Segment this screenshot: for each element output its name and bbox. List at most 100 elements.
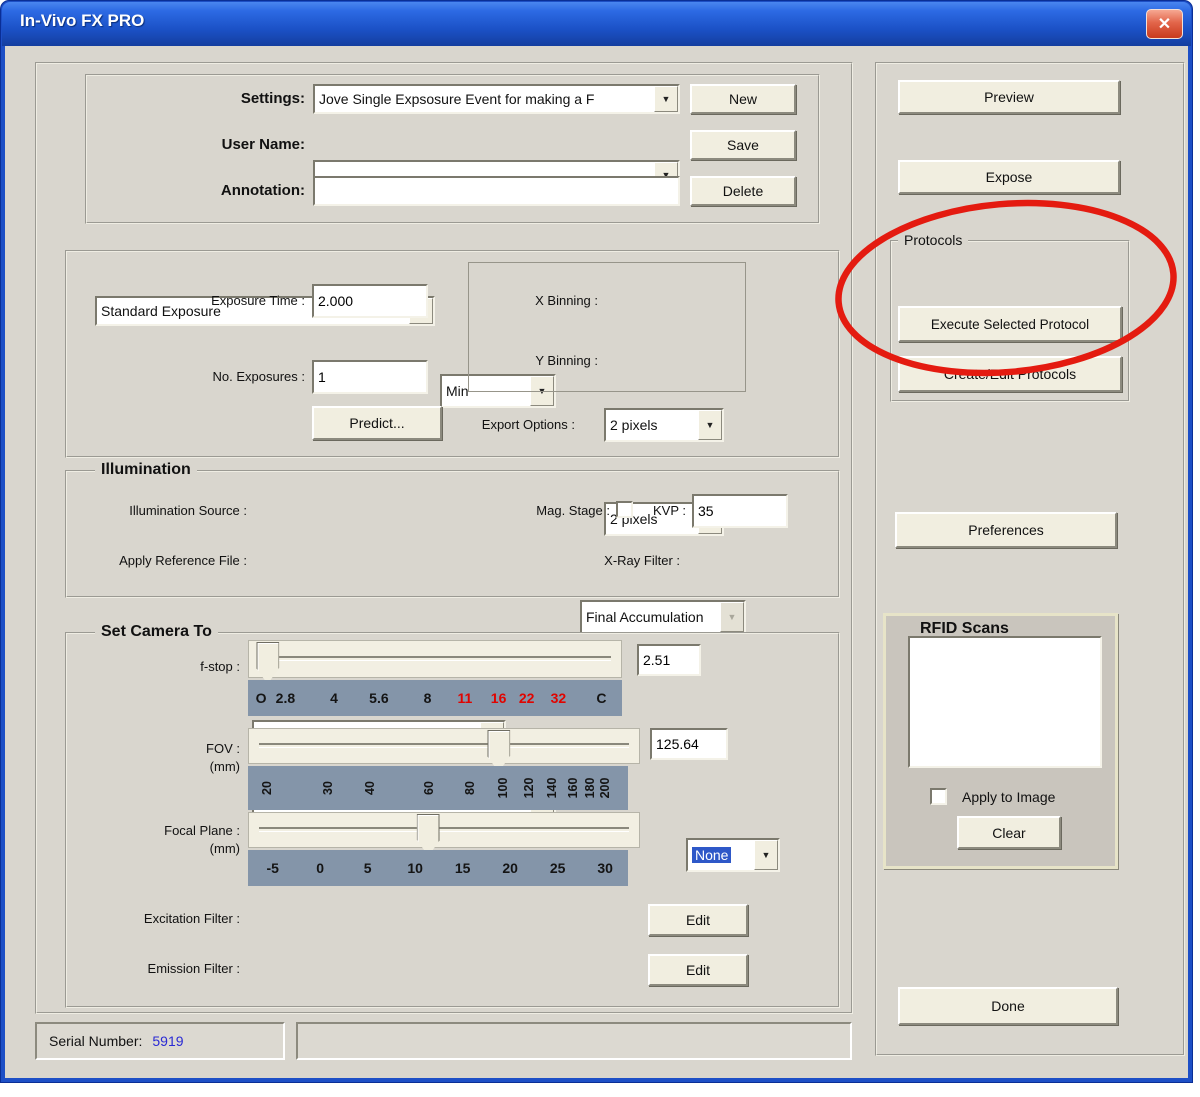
focal-plane-slider[interactable] [248, 812, 640, 848]
invivo-fx-pro-dialog: In-Vivo FX PRO ✕ Settings: Jove Single E… [0, 0, 1200, 1097]
kvp-input[interactable] [692, 494, 788, 528]
chevron-down-icon: ▼ [720, 602, 744, 632]
right-panel [875, 62, 1185, 1056]
binning-frame [468, 262, 746, 392]
fov-scale: 20 30 40 60 80 100 120 140 160180200 [248, 766, 628, 810]
focal-plane-units-label: (mm) [110, 840, 240, 858]
x-binning-combobox[interactable]: 2 pixels ▼ [604, 408, 724, 442]
new-button[interactable]: New [690, 84, 796, 114]
fstop-value-input[interactable] [637, 644, 701, 676]
excitation-edit-button[interactable]: Edit [648, 904, 748, 936]
illumination-group-title: Illumination [95, 460, 197, 480]
settings-label: Settings: [95, 88, 305, 110]
scale-tick: -5 [266, 860, 278, 876]
delete-button[interactable]: Delete [690, 176, 796, 206]
export-options-label: Export Options : [430, 416, 575, 434]
camera-group-title: Set Camera To [95, 622, 218, 642]
create-edit-protocols-button[interactable]: Create/Edit Protocols [898, 356, 1122, 392]
exposure-time-input[interactable] [312, 284, 428, 318]
preferences-button[interactable]: Preferences [895, 512, 1117, 548]
num-exposures-label: No. Exposures : [90, 368, 305, 386]
export-options-value: Final Accumulation [586, 609, 704, 625]
scale-tick: 32 [551, 690, 567, 706]
scale-tick: 16 [491, 690, 507, 706]
chevron-down-icon[interactable]: ▼ [698, 410, 722, 440]
title-bar [2, 2, 1191, 46]
clear-button[interactable]: Clear [957, 816, 1061, 849]
scale-tick: 120 [522, 778, 536, 799]
export-options-combobox: Final Accumulation ▼ [580, 600, 746, 634]
scale-tick: 30 [597, 860, 613, 876]
fstop-label: f-stop : [105, 658, 240, 676]
close-icon: ✕ [1158, 14, 1171, 34]
protocols-group-title: Protocols [898, 230, 968, 250]
execute-protocol-button[interactable]: Execute Selected Protocol [898, 306, 1122, 342]
save-button[interactable]: Save [690, 130, 796, 160]
scale-tick: 80 [463, 781, 477, 795]
excitation-filter-label: Excitation Filter : [105, 910, 240, 928]
scale-tick: 22 [519, 690, 535, 706]
scale-tick: 140 [545, 778, 559, 799]
scale-tick: 60 [422, 781, 436, 795]
illumination-group [65, 470, 840, 598]
annotation-input[interactable] [313, 176, 680, 206]
exposure-time-label: Exposure Time : [90, 292, 305, 310]
scale-tick: 0 [316, 860, 324, 876]
scale-tick: 200 [598, 778, 612, 799]
scale-tick: 25 [550, 860, 566, 876]
focal-plane-label: Focal Plane : [110, 822, 240, 840]
num-exposures-input[interactable] [312, 360, 428, 394]
scale-tick: 100 [496, 778, 510, 799]
serial-number-value: 5919 [152, 1033, 183, 1049]
status-message-bar [296, 1022, 852, 1060]
scale-tick: 20 [260, 781, 274, 795]
scale-tick: 15 [455, 860, 471, 876]
emission-edit-button[interactable]: Edit [648, 954, 748, 986]
exposure-units-value: Min [446, 383, 469, 399]
preview-button[interactable]: Preview [898, 80, 1120, 114]
fstop-scale: O2.845.6811162232C [248, 680, 622, 716]
mag-stage-label: Mag. Stage : [518, 502, 610, 520]
scale-tick: 8 [424, 690, 432, 706]
fov-label: FOV : [125, 740, 240, 758]
scale-tick: 5.6 [369, 690, 388, 706]
scale-tick: 40 [363, 781, 377, 795]
expose-button[interactable]: Expose [898, 160, 1120, 194]
chevron-down-icon[interactable]: ▼ [654, 86, 678, 112]
settings-combobox[interactable]: Jove Single Expsosure Event for making a… [313, 84, 680, 114]
scale-tick: 180 [583, 778, 597, 799]
scale-tick: 4 [330, 690, 338, 706]
fov-units-label: (mm) [125, 758, 240, 776]
scale-tick: 30 [321, 781, 335, 795]
annotation-label: Annotation: [95, 180, 305, 202]
scale-tick: 11 [458, 690, 473, 706]
mag-stage-checkbox[interactable] [616, 501, 633, 518]
fov-value-input[interactable] [650, 728, 728, 760]
scale-tick: 160 [566, 778, 580, 799]
window-title: In-Vivo FX PRO [20, 11, 144, 31]
serial-number-label: Serial Number: [49, 1033, 142, 1049]
apply-to-image-checkbox[interactable] [930, 788, 947, 805]
apply-to-image-label: Apply to Image [962, 788, 1055, 806]
predict-button[interactable]: Predict... [312, 406, 442, 440]
reference-file-label: Apply Reference File : [70, 552, 247, 570]
scale-tick: 5 [364, 860, 372, 876]
close-button[interactable]: ✕ [1146, 9, 1183, 39]
rfid-scans-listbox[interactable] [908, 636, 1102, 768]
xray-filter-label: X-Ray Filter : [580, 552, 680, 570]
scale-tick: 2.8 [276, 690, 295, 706]
fov-slider[interactable] [248, 728, 640, 764]
scale-tick: 10 [407, 860, 423, 876]
y-binning-label: Y Binning : [480, 352, 598, 370]
focal-plane-scale: -5 0 5 10 15 20 25 30 [248, 850, 628, 886]
serial-number-bar: Serial Number: 5919 [35, 1022, 285, 1060]
emission-filter-label: Emission Filter : [105, 960, 240, 978]
kvp-label: KVP : [640, 502, 686, 520]
scale-tick: 20 [502, 860, 518, 876]
scale-tick: O [256, 690, 267, 706]
fstop-slider[interactable] [248, 640, 622, 678]
done-button[interactable]: Done [898, 987, 1118, 1025]
settings-combobox-value: Jove Single Expsosure Event for making a… [319, 91, 594, 107]
fstop-slider-thumb[interactable] [256, 642, 279, 684]
illumination-source-label: Illumination Source : [75, 502, 247, 520]
